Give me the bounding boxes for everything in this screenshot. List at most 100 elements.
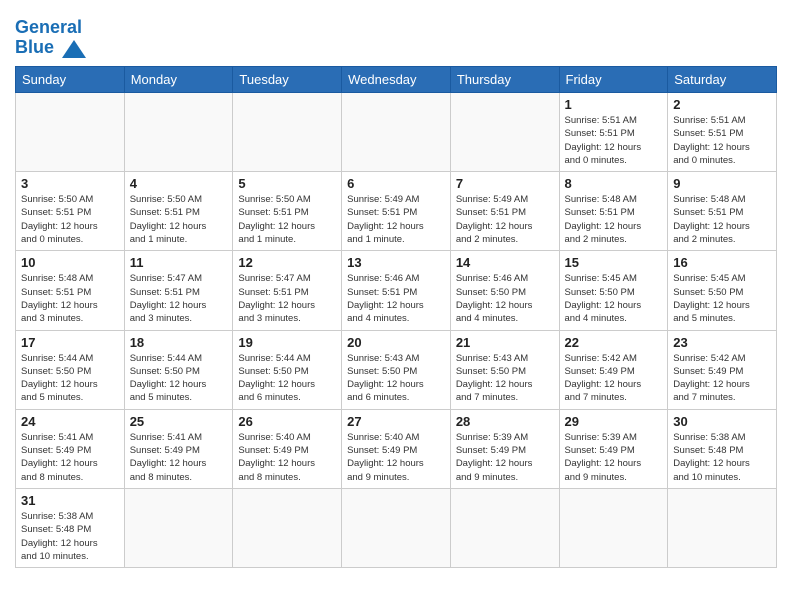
day-number: 9 xyxy=(673,176,771,191)
day-info: Sunrise: 5:40 AM Sunset: 5:49 PM Dayligh… xyxy=(238,431,336,484)
day-info: Sunrise: 5:43 AM Sunset: 5:50 PM Dayligh… xyxy=(347,352,445,405)
day-number: 29 xyxy=(565,414,663,429)
day-info: Sunrise: 5:39 AM Sunset: 5:49 PM Dayligh… xyxy=(565,431,663,484)
day-number: 23 xyxy=(673,335,771,350)
calendar-cell xyxy=(559,488,668,567)
day-info: Sunrise: 5:51 AM Sunset: 5:51 PM Dayligh… xyxy=(565,114,663,167)
calendar-cell: 14 Sunrise: 5:46 AM Sunset: 5:50 PM Dayli… xyxy=(450,251,559,330)
calendar-cell xyxy=(342,488,451,567)
day-info: Sunrise: 5:49 AM Sunset: 5:51 PM Dayligh… xyxy=(347,193,445,246)
calendar-cell: 12 Sunrise: 5:47 AM Sunset: 5:51 PM Dayli… xyxy=(233,251,342,330)
day-number: 13 xyxy=(347,255,445,270)
day-info: Sunrise: 5:48 AM Sunset: 5:51 PM Dayligh… xyxy=(565,193,663,246)
day-info: Sunrise: 5:38 AM Sunset: 5:48 PM Dayligh… xyxy=(21,510,119,563)
logo-blue: Blue xyxy=(15,37,54,57)
logo-general: General xyxy=(15,17,82,37)
day-info: Sunrise: 5:45 AM Sunset: 5:50 PM Dayligh… xyxy=(565,272,663,325)
day-number: 27 xyxy=(347,414,445,429)
day-number: 6 xyxy=(347,176,445,191)
calendar-cell: 10 Sunrise: 5:48 AM Sunset: 5:51 PM Dayli… xyxy=(16,251,125,330)
day-number: 4 xyxy=(130,176,228,191)
day-info: Sunrise: 5:44 AM Sunset: 5:50 PM Dayligh… xyxy=(21,352,119,405)
weekday-header-monday: Monday xyxy=(124,67,233,93)
day-info: Sunrise: 5:39 AM Sunset: 5:49 PM Dayligh… xyxy=(456,431,554,484)
day-info: Sunrise: 5:42 AM Sunset: 5:49 PM Dayligh… xyxy=(565,352,663,405)
calendar-week-0: 1Sunrise: 5:51 AM Sunset: 5:51 PM Daylig… xyxy=(16,93,777,172)
day-number: 5 xyxy=(238,176,336,191)
day-number: 3 xyxy=(21,176,119,191)
day-info: Sunrise: 5:41 AM Sunset: 5:49 PM Dayligh… xyxy=(21,431,119,484)
day-info: Sunrise: 5:48 AM Sunset: 5:51 PM Dayligh… xyxy=(21,272,119,325)
calendar-cell xyxy=(450,93,559,172)
day-number: 31 xyxy=(21,493,119,508)
day-info: Sunrise: 5:50 AM Sunset: 5:51 PM Dayligh… xyxy=(21,193,119,246)
weekday-header-tuesday: Tuesday xyxy=(233,67,342,93)
day-number: 14 xyxy=(456,255,554,270)
day-info: Sunrise: 5:38 AM Sunset: 5:48 PM Dayligh… xyxy=(673,431,771,484)
day-info: Sunrise: 5:44 AM Sunset: 5:50 PM Dayligh… xyxy=(130,352,228,405)
calendar-cell xyxy=(16,93,125,172)
calendar-cell xyxy=(668,488,777,567)
day-number: 8 xyxy=(565,176,663,191)
calendar-cell: 2 Sunrise: 5:51 AM Sunset: 5:51 PM Daylig… xyxy=(668,93,777,172)
calendar-cell: 20Sunrise: 5:43 AM Sunset: 5:50 PM Dayli… xyxy=(342,330,451,409)
calendar-cell: 9 Sunrise: 5:48 AM Sunset: 5:51 PM Daylig… xyxy=(668,172,777,251)
day-info: Sunrise: 5:44 AM Sunset: 5:50 PM Dayligh… xyxy=(238,352,336,405)
calendar-cell: 22 Sunrise: 5:42 AM Sunset: 5:49 PM Dayli… xyxy=(559,330,668,409)
day-info: Sunrise: 5:46 AM Sunset: 5:51 PM Dayligh… xyxy=(347,272,445,325)
logo-text: General xyxy=(15,17,82,37)
day-info: Sunrise: 5:47 AM Sunset: 5:51 PM Dayligh… xyxy=(238,272,336,325)
day-number: 28 xyxy=(456,414,554,429)
calendar-cell: 27 Sunrise: 5:40 AM Sunset: 5:49 PM Dayli… xyxy=(342,409,451,488)
calendar-cell: 1Sunrise: 5:51 AM Sunset: 5:51 PM Daylig… xyxy=(559,93,668,172)
day-info: Sunrise: 5:46 AM Sunset: 5:50 PM Dayligh… xyxy=(456,272,554,325)
day-number: 25 xyxy=(130,414,228,429)
calendar-cell: 6 Sunrise: 5:49 AM Sunset: 5:51 PM Daylig… xyxy=(342,172,451,251)
calendar-week-2: 10 Sunrise: 5:48 AM Sunset: 5:51 PM Dayli… xyxy=(16,251,777,330)
calendar-cell: 13 Sunrise: 5:46 AM Sunset: 5:51 PM Dayli… xyxy=(342,251,451,330)
calendar-cell xyxy=(233,93,342,172)
day-number: 2 xyxy=(673,97,771,112)
day-info: Sunrise: 5:49 AM Sunset: 5:51 PM Dayligh… xyxy=(456,193,554,246)
day-number: 22 xyxy=(565,335,663,350)
calendar-cell xyxy=(342,93,451,172)
calendar-cell: 29 Sunrise: 5:39 AM Sunset: 5:49 PM Dayli… xyxy=(559,409,668,488)
day-info: Sunrise: 5:43 AM Sunset: 5:50 PM Dayligh… xyxy=(456,352,554,405)
day-number: 24 xyxy=(21,414,119,429)
calendar-cell xyxy=(233,488,342,567)
day-info: Sunrise: 5:42 AM Sunset: 5:49 PM Dayligh… xyxy=(673,352,771,405)
calendar-cell: 19Sunrise: 5:44 AM Sunset: 5:50 PM Dayli… xyxy=(233,330,342,409)
day-number: 10 xyxy=(21,255,119,270)
logo: General Blue xyxy=(15,18,88,60)
calendar-cell xyxy=(450,488,559,567)
calendar-cell: 16Sunrise: 5:45 AM Sunset: 5:50 PM Dayli… xyxy=(668,251,777,330)
weekday-header-friday: Friday xyxy=(559,67,668,93)
weekday-header-wednesday: Wednesday xyxy=(342,67,451,93)
calendar-cell: 8 Sunrise: 5:48 AM Sunset: 5:51 PM Daylig… xyxy=(559,172,668,251)
day-info: Sunrise: 5:47 AM Sunset: 5:51 PM Dayligh… xyxy=(130,272,228,325)
day-number: 11 xyxy=(130,255,228,270)
logo-icon xyxy=(60,38,88,60)
calendar-cell: 30Sunrise: 5:38 AM Sunset: 5:48 PM Dayli… xyxy=(668,409,777,488)
calendar-cell: 28 Sunrise: 5:39 AM Sunset: 5:49 PM Dayli… xyxy=(450,409,559,488)
page-header: General Blue xyxy=(15,10,777,60)
calendar-cell: 26Sunrise: 5:40 AM Sunset: 5:49 PM Dayli… xyxy=(233,409,342,488)
calendar-cell: 3 Sunrise: 5:50 AM Sunset: 5:51 PM Daylig… xyxy=(16,172,125,251)
day-info: Sunrise: 5:40 AM Sunset: 5:49 PM Dayligh… xyxy=(347,431,445,484)
day-info: Sunrise: 5:48 AM Sunset: 5:51 PM Dayligh… xyxy=(673,193,771,246)
calendar-cell: 24 Sunrise: 5:41 AM Sunset: 5:49 PM Dayli… xyxy=(16,409,125,488)
day-number: 7 xyxy=(456,176,554,191)
day-number: 12 xyxy=(238,255,336,270)
calendar-week-4: 24 Sunrise: 5:41 AM Sunset: 5:49 PM Dayli… xyxy=(16,409,777,488)
calendar-cell: 7 Sunrise: 5:49 AM Sunset: 5:51 PM Daylig… xyxy=(450,172,559,251)
calendar-cell: 18Sunrise: 5:44 AM Sunset: 5:50 PM Dayli… xyxy=(124,330,233,409)
day-info: Sunrise: 5:50 AM Sunset: 5:51 PM Dayligh… xyxy=(130,193,228,246)
weekday-header-thursday: Thursday xyxy=(450,67,559,93)
calendar-cell: 31 Sunrise: 5:38 AM Sunset: 5:48 PM Dayli… xyxy=(16,488,125,567)
weekday-header-row: SundayMondayTuesdayWednesdayThursdayFrid… xyxy=(16,67,777,93)
weekday-header-saturday: Saturday xyxy=(668,67,777,93)
day-info: Sunrise: 5:50 AM Sunset: 5:51 PM Dayligh… xyxy=(238,193,336,246)
calendar-cell: 5 Sunrise: 5:50 AM Sunset: 5:51 PM Daylig… xyxy=(233,172,342,251)
day-info: Sunrise: 5:51 AM Sunset: 5:51 PM Dayligh… xyxy=(673,114,771,167)
day-number: 15 xyxy=(565,255,663,270)
